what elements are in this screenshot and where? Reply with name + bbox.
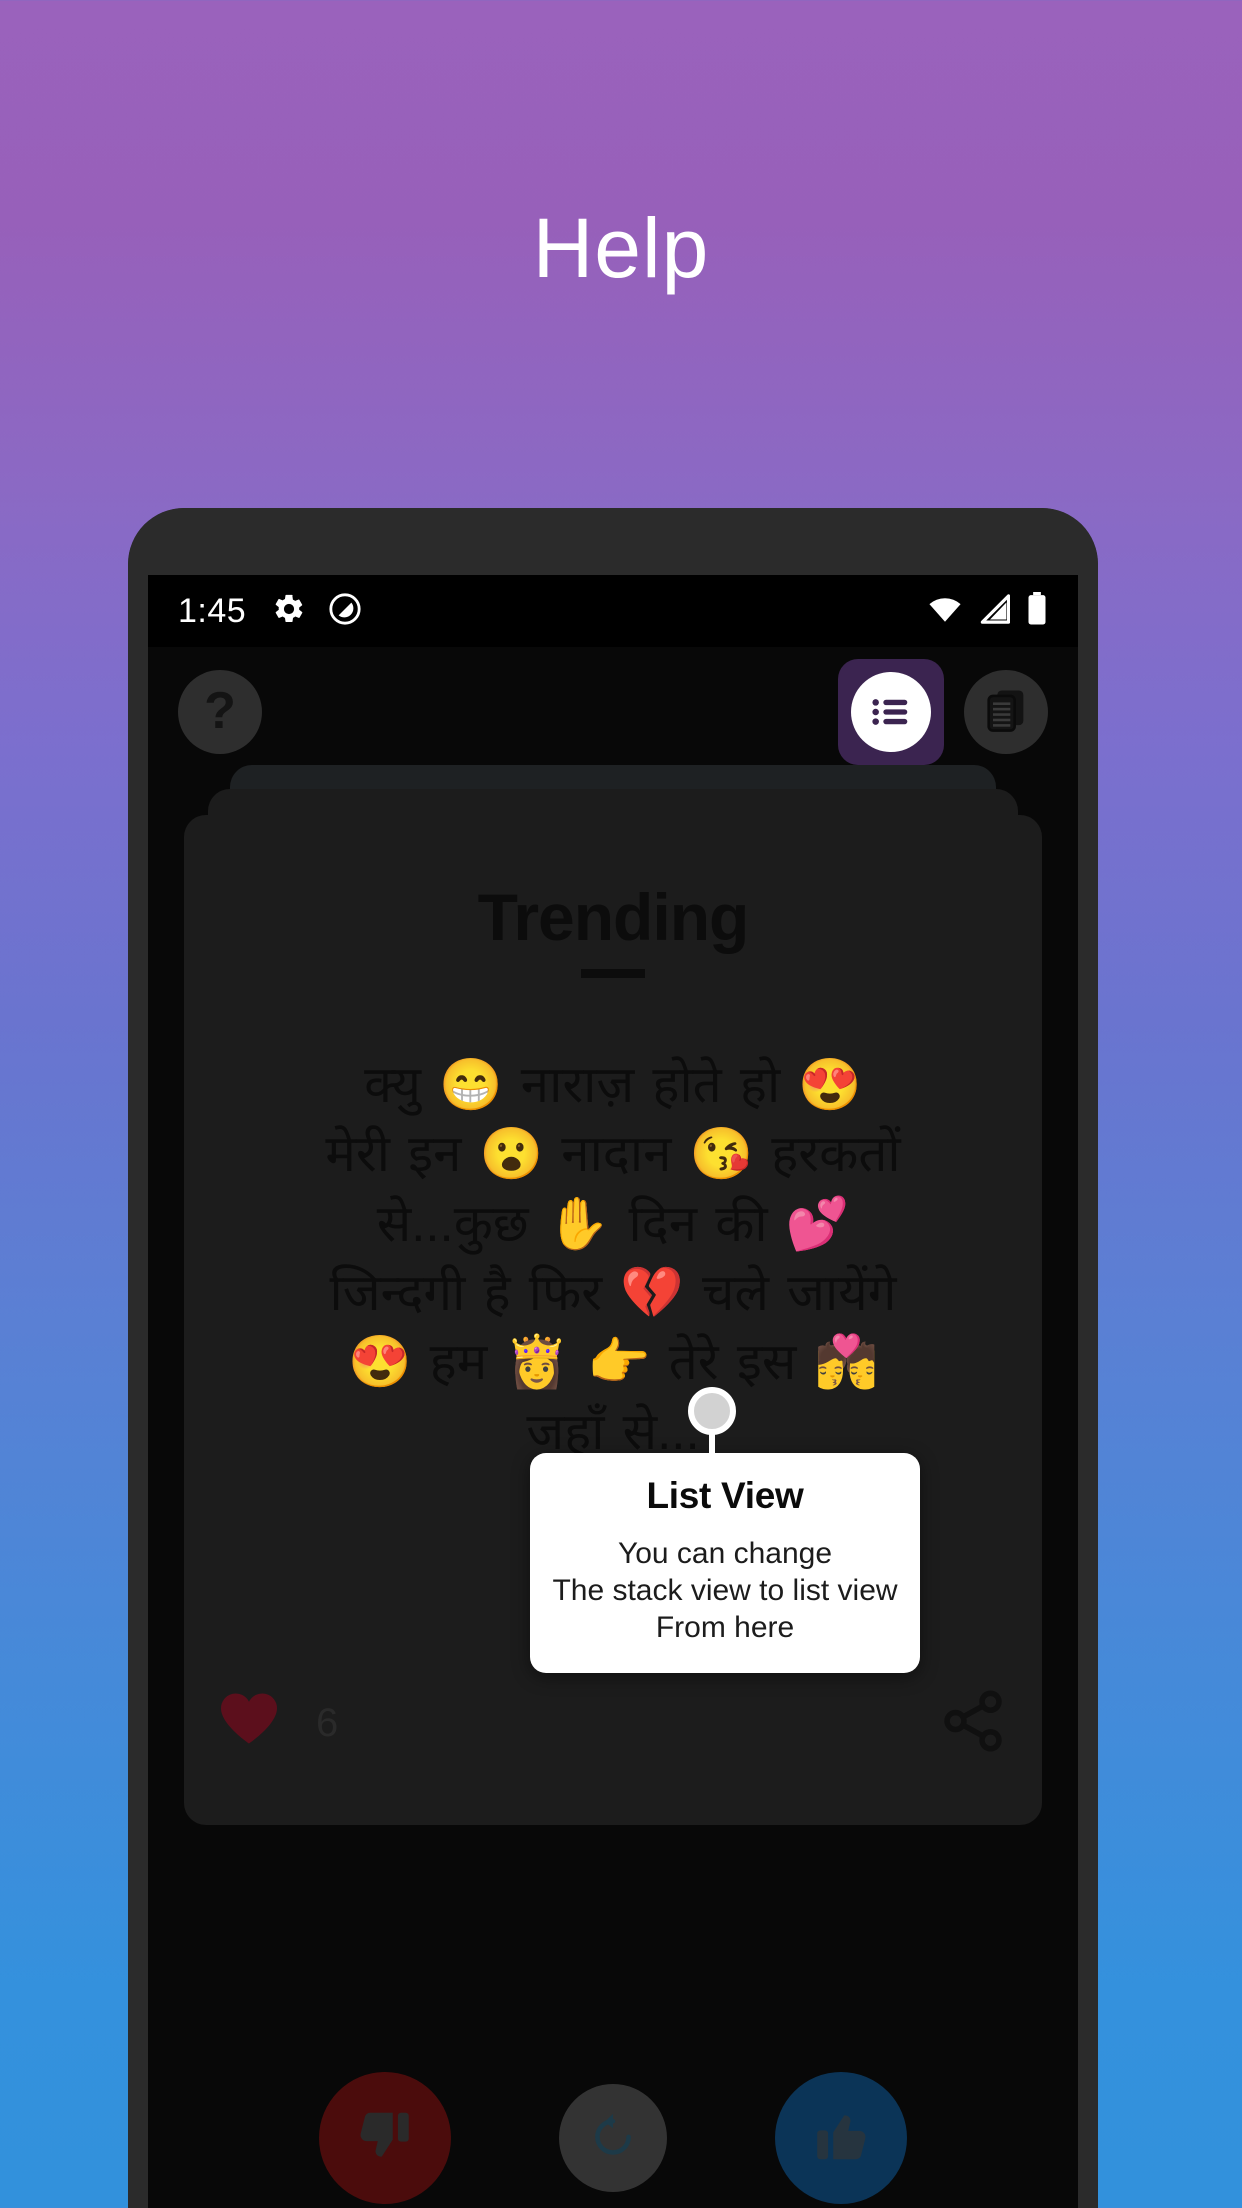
question-mark-icon: ? [204, 681, 236, 740]
app-toolbar: ? [148, 647, 1078, 777]
card-stack: Trending क्यु 😁 नाराज़ होते हो 😍 मेरी इन… [148, 765, 1078, 1895]
quote-line: 😍 हम 👸 👉 तेरे इस 💏 [347, 1333, 879, 1391]
card-action-row: 6 [218, 1686, 1008, 1761]
card-title: Trending [477, 880, 750, 954]
card-title-underline [581, 969, 645, 978]
thumbs-down-icon [354, 2105, 416, 2172]
like-button[interactable] [775, 2072, 907, 2204]
list-view-button[interactable] [838, 659, 944, 765]
quote-line: क्यु 😁 नाराज़ होते हो 😍 [364, 1056, 862, 1113]
like-count: 6 [316, 1701, 339, 1745]
phone-frame: 1:45 ? Trending क्यु 😁 नाराज़ होते हो 😍 … [128, 508, 1098, 2208]
wifi-icon [928, 594, 962, 629]
undo-icon [587, 2110, 639, 2167]
quote-line: जिन्दगी है फिर 💔 चले जायेंगे [329, 1264, 897, 1322]
quote-text: क्यु 😁 नाराज़ होते हो 😍 मेरी इन 😮 नादान … [218, 1050, 1008, 1466]
help-button[interactable]: ? [178, 670, 262, 754]
stack-view-button[interactable] [964, 670, 1048, 754]
thumbs-up-icon [810, 2105, 872, 2172]
status-bar-right-icons [928, 591, 1048, 631]
quote-line: से...कुछ ✋ दिन की 💕 [376, 1194, 850, 1252]
undo-button[interactable] [559, 2084, 667, 2192]
quote-card[interactable]: Trending क्यु 😁 नाराज़ होते हो 😍 मेरी इन… [184, 815, 1042, 1825]
stack-view-icon [980, 684, 1032, 741]
heart-icon[interactable] [218, 1690, 280, 1757]
toolbar-right-group [838, 659, 1048, 765]
page-title: Help [532, 201, 710, 295]
status-bar-time: 1:45 [178, 591, 247, 630]
quote-line: मेरी इन 😮 नादान 😘 हरकतों [325, 1125, 901, 1183]
status-bar-left-icons [272, 592, 362, 631]
gear-icon [272, 592, 306, 631]
dislike-button[interactable] [319, 2072, 451, 2204]
phone-screen: 1:45 ? Trending क्यु 😁 नाराज़ होते हो 😍 … [148, 575, 1078, 2208]
cellular-signal-icon [978, 593, 1011, 629]
share-icon[interactable] [938, 1686, 1008, 1761]
battery-icon [1026, 591, 1048, 631]
list-view-icon [851, 672, 931, 752]
status-bar: 1:45 [148, 575, 1078, 647]
quote-line: जहाँ से... [526, 1402, 700, 1460]
do-not-disturb-icon [328, 592, 362, 631]
bottom-action-bar [148, 2008, 1078, 2208]
